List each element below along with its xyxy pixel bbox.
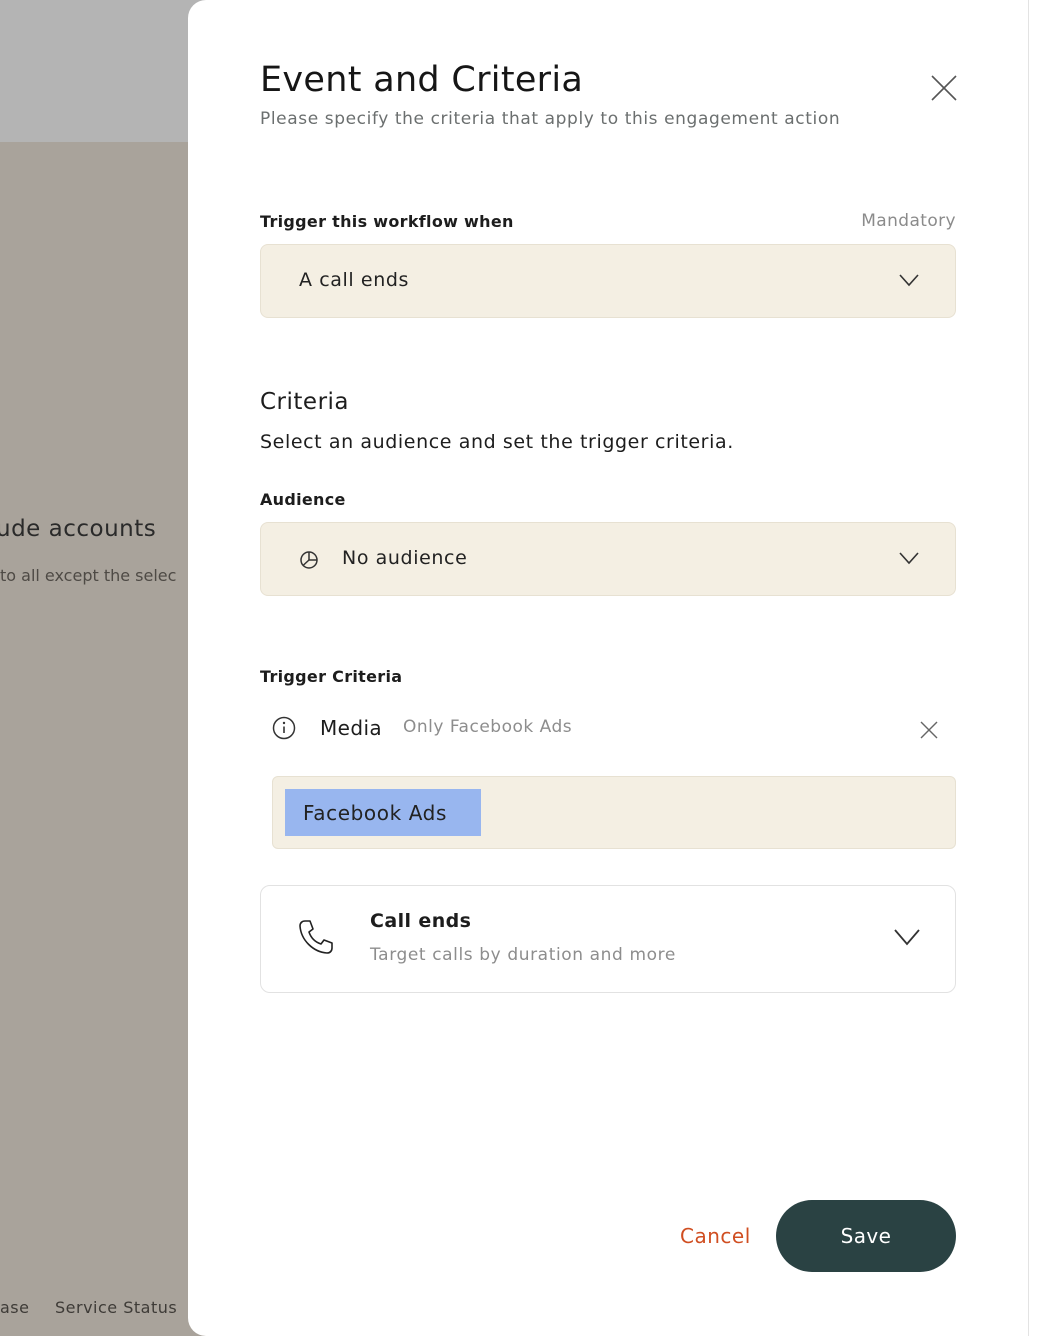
call-ends-title: Call ends [370,910,472,932]
footer-link-service-status: Service Status [55,1298,178,1317]
chevron-down-icon [899,274,919,287]
phone-icon [299,920,333,954]
trigger-select[interactable]: A call ends [260,244,956,318]
trigger-criteria-label: Trigger Criteria [260,667,403,686]
close-icon [931,75,957,101]
info-icon[interactable] [272,716,296,740]
footer-link: ase [0,1298,30,1317]
audience-select-value: No audience [342,547,468,569]
chevron-down-icon [894,929,920,946]
mandatory-indicator: Mandatory [861,211,956,231]
trigger-label: Trigger this workflow when [260,212,514,231]
save-button[interactable]: Save [776,1200,956,1272]
criteria-description: Select an audience and set the trigger c… [260,431,734,453]
call-ends-subtitle: Target calls by duration and more [370,945,676,965]
chevron-down-icon [899,552,919,565]
background-subtext: to all except the selec [0,566,177,585]
remove-criteria-icon[interactable] [919,720,939,740]
criteria-item-media: Media Only Facebook Ads [272,712,956,746]
modal-subtitle: Please specify the criteria that apply t… [260,109,841,129]
background-heading: ude accounts [0,516,157,542]
audience-select[interactable]: No audience [260,522,956,596]
call-ends-card[interactable]: Call ends Target calls by duration and m… [260,885,956,993]
criteria-title: Criteria [260,389,350,415]
criteria-item-description: Only Facebook Ads [403,717,573,737]
media-tag-input[interactable]: Facebook Ads [272,776,956,849]
cancel-button[interactable]: Cancel [680,1224,751,1248]
tag-chip-facebook-ads[interactable]: Facebook Ads [285,789,481,836]
close-button[interactable] [930,74,958,102]
modal-title: Event and Criteria [260,60,584,100]
audience-label: Audience [260,490,346,509]
tag-chip-label: Facebook Ads [303,801,447,825]
background-right-edge [1028,0,1056,1336]
event-criteria-modal: Event and Criteria Please specify the cr… [188,0,1028,1336]
modal-content: Event and Criteria Please specify the cr… [260,0,958,1336]
trigger-select-value: A call ends [299,269,410,291]
criteria-item-name: Media [320,716,383,740]
pie-chart-icon [300,551,318,569]
